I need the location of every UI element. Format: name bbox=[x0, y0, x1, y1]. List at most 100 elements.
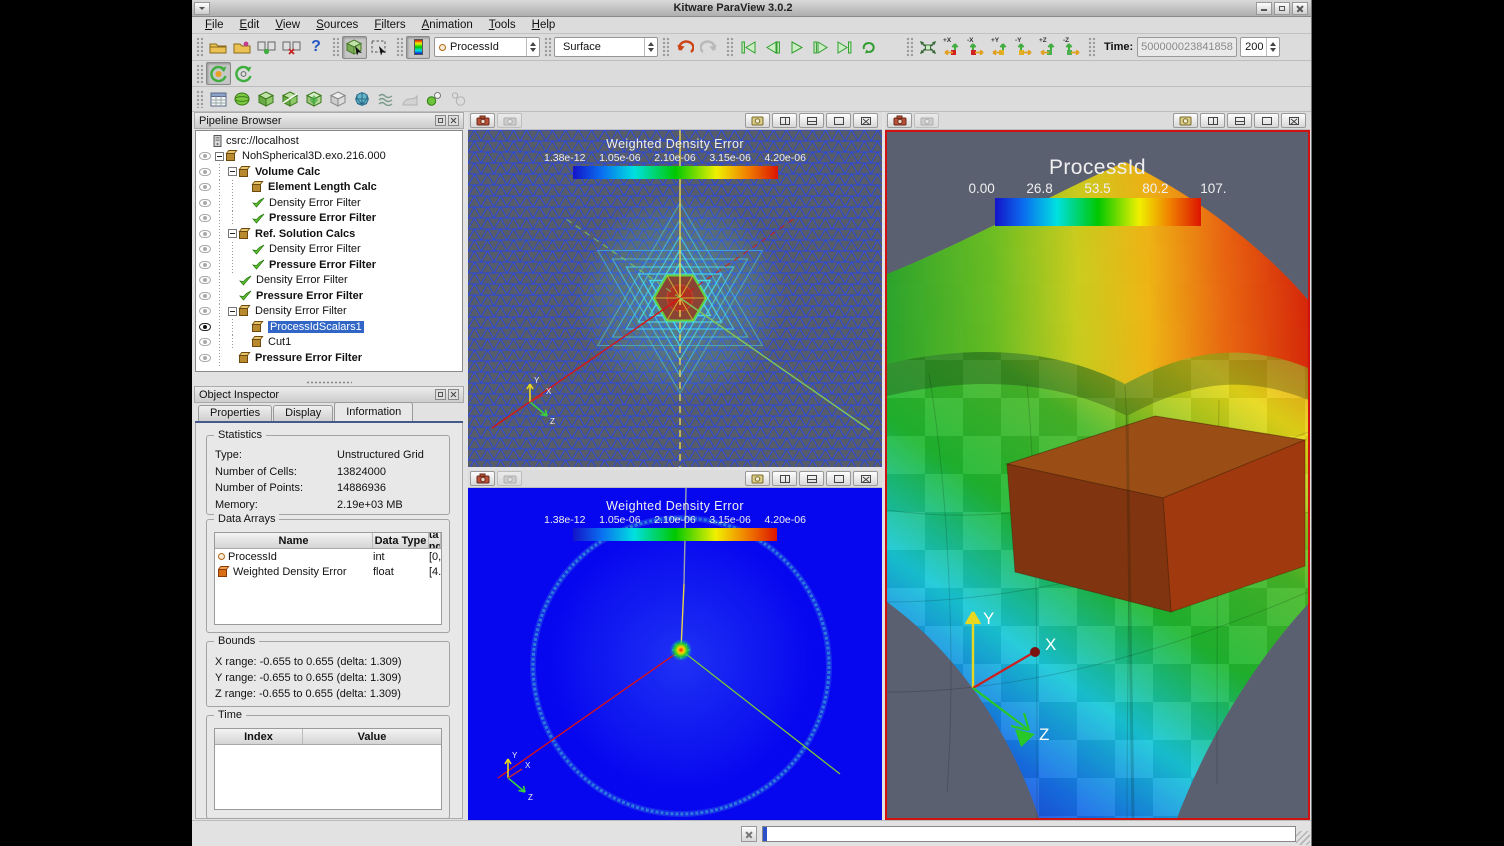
view-plus-x-button[interactable]: +X bbox=[940, 36, 964, 59]
visibility-eye-icon[interactable] bbox=[199, 323, 211, 331]
pipeline-item[interactable]: Pressure Error Filter bbox=[196, 211, 462, 227]
menu-view[interactable]: View bbox=[268, 18, 307, 32]
render-viewport[interactable]: Y X Z Weighted Density Error 1.38e-12 1.… bbox=[468, 488, 882, 820]
loop-button[interactable] bbox=[856, 36, 880, 59]
clip-filter-button[interactable] bbox=[254, 88, 278, 111]
select-cells-button[interactable] bbox=[342, 36, 367, 59]
time-value-field[interactable]: 500000023841858 bbox=[1137, 37, 1237, 57]
render-viewport[interactable]: Y X Z ProcessId 0.00 26.8 53.5 80.2 107. bbox=[885, 130, 1310, 820]
split-horizontal-button[interactable] bbox=[1200, 113, 1225, 128]
column-header[interactable]: Value bbox=[303, 729, 441, 744]
close-view-button[interactable] bbox=[853, 113, 878, 128]
previous-frame-button[interactable] bbox=[760, 36, 784, 59]
menu-file[interactable]: File bbox=[198, 18, 231, 32]
menu-edit[interactable]: Edit bbox=[233, 18, 267, 32]
rescale-to-data-over-time-button[interactable] bbox=[231, 62, 256, 85]
camera-button[interactable] bbox=[470, 113, 495, 128]
pipeline-item[interactable]: Pressure Error Filter bbox=[196, 288, 462, 304]
panel-splitter[interactable] bbox=[194, 378, 464, 386]
maximize-button[interactable] bbox=[1274, 2, 1290, 15]
pipeline-item[interactable]: Pressure Error Filter bbox=[196, 350, 462, 366]
close-panel-icon[interactable] bbox=[448, 115, 459, 126]
bookmark-camera-button[interactable] bbox=[745, 471, 770, 486]
bookmark-camera-button[interactable] bbox=[745, 113, 770, 128]
toolbar-handle[interactable] bbox=[196, 64, 203, 83]
pipeline-item-label[interactable]: csrc://localhost bbox=[226, 135, 299, 147]
close-button[interactable] bbox=[1292, 2, 1308, 15]
calculator-button[interactable] bbox=[206, 88, 230, 111]
view-minus-z-button[interactable]: -Z bbox=[1060, 36, 1084, 59]
toolbar-handle[interactable] bbox=[196, 37, 203, 57]
camera-button[interactable] bbox=[470, 471, 495, 486]
visibility-eye-icon[interactable] bbox=[199, 245, 211, 253]
pipeline-item[interactable]: Density Error Filter bbox=[196, 242, 462, 258]
menu-tools[interactable]: Tools bbox=[482, 18, 523, 32]
reset-camera-button[interactable] bbox=[916, 36, 940, 59]
float-panel-icon[interactable] bbox=[435, 115, 446, 126]
tab-properties[interactable]: Properties bbox=[198, 405, 272, 421]
pipeline-item-label[interactable]: Cut1 bbox=[268, 336, 291, 348]
slice-filter-button[interactable] bbox=[278, 88, 302, 111]
stream-tracer-button[interactable] bbox=[350, 88, 374, 111]
close-panel-icon[interactable] bbox=[448, 389, 459, 400]
pipeline-item-label[interactable]: Pressure Error Filter bbox=[255, 352, 362, 364]
pipeline-item[interactable]: Cut1 bbox=[196, 335, 462, 351]
menu-sources[interactable]: Sources bbox=[309, 18, 365, 32]
scalar-bar[interactable]: Weighted Density Error 1.38e-12 1.05e-06… bbox=[468, 499, 882, 541]
pipeline-item[interactable]: Element Length Calc bbox=[196, 180, 462, 196]
render-viewport[interactable]: Y X Z Weighted Density Error 1.38e-12 1.… bbox=[468, 130, 882, 467]
table-row[interactable]: ProcessId int [0, 107] bbox=[215, 549, 441, 564]
pipeline-item-label[interactable]: ProcessIdScalars1 bbox=[268, 321, 364, 333]
open-file-button[interactable] bbox=[206, 36, 230, 59]
representation-selector[interactable]: Surface bbox=[554, 37, 658, 57]
maximize-view-button[interactable] bbox=[826, 471, 851, 486]
pipeline-item[interactable]: Volume Calc bbox=[196, 164, 462, 180]
column-header[interactable]: Name bbox=[215, 533, 373, 548]
view-minus-y-button[interactable]: -Y bbox=[1012, 36, 1036, 59]
minimize-button[interactable] bbox=[1256, 2, 1272, 15]
visibility-eye-icon[interactable] bbox=[199, 152, 211, 160]
resize-grip-icon[interactable] bbox=[1296, 831, 1310, 845]
glyph-filter-button[interactable] bbox=[422, 88, 446, 111]
link-camera-button[interactable] bbox=[914, 113, 939, 128]
help-button[interactable] bbox=[304, 36, 328, 59]
redo-button[interactable] bbox=[697, 36, 722, 59]
play-button[interactable] bbox=[784, 36, 808, 59]
last-frame-button[interactable] bbox=[832, 36, 856, 59]
pipeline-item-label[interactable]: Volume Calc bbox=[255, 166, 320, 178]
view-plus-y-button[interactable]: +Y bbox=[988, 36, 1012, 59]
scalar-bar[interactable]: ProcessId 0.00 26.8 53.5 80.2 107. bbox=[887, 156, 1308, 226]
split-horizontal-button[interactable] bbox=[772, 471, 797, 486]
split-vertical-button[interactable] bbox=[1227, 113, 1252, 128]
extract-subset-button[interactable] bbox=[326, 88, 350, 111]
view-minus-x-button[interactable]: -X bbox=[964, 36, 988, 59]
tab-information[interactable]: Information bbox=[334, 402, 413, 421]
visibility-eye-icon[interactable] bbox=[199, 292, 211, 300]
rubber-band-select-button[interactable] bbox=[367, 36, 392, 59]
collapse-expander-icon[interactable] bbox=[215, 152, 224, 161]
visibility-eye-icon[interactable] bbox=[199, 199, 211, 207]
frame-spinbox[interactable]: 200 bbox=[1240, 37, 1280, 57]
menu-help[interactable]: Help bbox=[525, 18, 563, 32]
first-frame-button[interactable] bbox=[736, 36, 760, 59]
view-plus-z-button[interactable]: +Z bbox=[1036, 36, 1060, 59]
collapse-expander-icon[interactable] bbox=[228, 167, 237, 176]
abort-progress-button[interactable] bbox=[741, 826, 757, 842]
float-panel-icon[interactable] bbox=[435, 389, 446, 400]
menu-animation[interactable]: Animation bbox=[415, 18, 480, 32]
save-data-button[interactable] bbox=[230, 36, 254, 59]
pipeline-item-label[interactable]: Density Error Filter bbox=[256, 274, 348, 286]
visibility-eye-icon[interactable] bbox=[199, 276, 211, 284]
warp-filter-button[interactable] bbox=[398, 88, 422, 111]
visibility-eye-icon[interactable] bbox=[199, 183, 211, 191]
pipeline-item-label[interactable]: Pressure Error Filter bbox=[269, 259, 376, 271]
close-view-button[interactable] bbox=[1281, 113, 1306, 128]
tab-display[interactable]: Display bbox=[273, 405, 333, 421]
variable-selector[interactable]: ProcessId bbox=[434, 37, 540, 57]
rescale-to-data-button[interactable] bbox=[206, 62, 231, 85]
spin-arrows-icon[interactable] bbox=[1266, 38, 1279, 56]
visibility-eye-icon[interactable] bbox=[199, 214, 211, 222]
visibility-eye-icon[interactable] bbox=[199, 230, 211, 238]
close-view-button[interactable] bbox=[853, 471, 878, 486]
toolbar-handle[interactable] bbox=[196, 90, 203, 108]
